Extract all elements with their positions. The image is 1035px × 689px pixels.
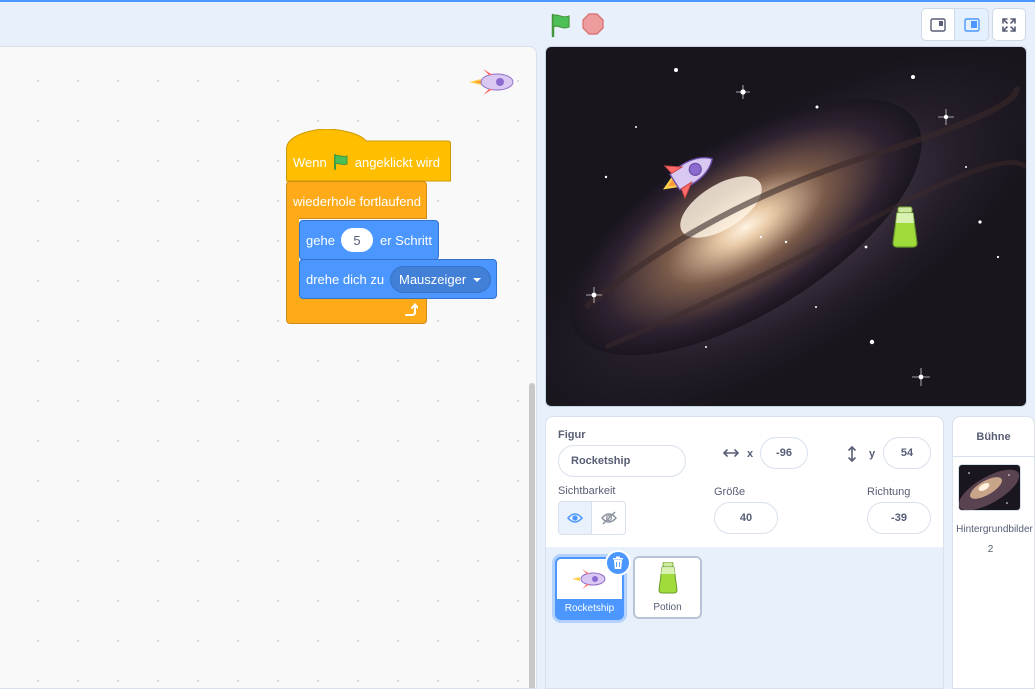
stage-title: Bühne bbox=[953, 417, 1034, 457]
potion-thumbnail-icon bbox=[635, 558, 700, 598]
y-label: y bbox=[869, 448, 876, 460]
sprite-name-field[interactable]: Rocketship bbox=[558, 445, 686, 477]
hat-block-label: Wenn angeklickt wird bbox=[293, 153, 440, 171]
workspace-scrollbar[interactable] bbox=[529, 383, 535, 688]
sprite-tile-label: Potion bbox=[653, 602, 682, 613]
move-suffix: er Schritt bbox=[380, 233, 433, 248]
direction-field[interactable]: -39 bbox=[867, 502, 931, 534]
stage-selector-panel[interactable]: Bühne Hintergrundbilder 2 bbox=[952, 416, 1035, 689]
fullscreen-icon[interactable] bbox=[992, 8, 1026, 41]
sprite-tile-label: Rocketship bbox=[564, 603, 615, 614]
sprite-tile-potion[interactable]: Potion bbox=[633, 556, 702, 619]
size-field[interactable]: 40 bbox=[714, 502, 778, 534]
y-position-field[interactable]: 54 bbox=[883, 437, 931, 469]
x-label: x bbox=[747, 448, 754, 460]
horizontal-arrows-icon bbox=[722, 449, 740, 457]
stage-header bbox=[0, 2, 1035, 46]
target-dropdown[interactable]: Mauszeiger bbox=[390, 266, 491, 293]
direction-label: Richtung bbox=[867, 486, 911, 498]
forever-block-arm bbox=[286, 218, 299, 298]
turn-prefix: drehe dich zu bbox=[306, 272, 385, 287]
visibility-label: Sichtbarkeit bbox=[558, 485, 616, 497]
small-stage-icon[interactable] bbox=[921, 8, 955, 41]
loop-arrow-icon bbox=[405, 303, 418, 316]
target-value: Mauszeiger bbox=[399, 272, 467, 287]
galaxy-backdrop bbox=[546, 47, 1026, 406]
rocketship-sprite-icon bbox=[467, 65, 519, 99]
code-workspace[interactable] bbox=[0, 46, 537, 689]
trash-icon[interactable] bbox=[605, 550, 631, 576]
backdrops-count: 2 bbox=[987, 544, 994, 555]
stage-size-toggle bbox=[921, 8, 989, 41]
sprite-info-panel: Figur Rocketship x -96 y 54 Sichtbarkeit… bbox=[545, 416, 944, 548]
move-prefix: gehe bbox=[306, 233, 335, 248]
figure-label: Figur bbox=[558, 429, 586, 441]
size-label: Größe bbox=[714, 486, 746, 498]
vertical-arrows-icon bbox=[848, 445, 856, 463]
stage-backdrop-thumbnail[interactable] bbox=[958, 464, 1021, 511]
hat-prefix: Wenn bbox=[293, 154, 327, 170]
hat-suffix: angeklickt wird bbox=[354, 154, 440, 170]
stop-sign-icon[interactable] bbox=[582, 13, 604, 35]
stage-canvas[interactable] bbox=[545, 46, 1027, 407]
show-eye-icon[interactable] bbox=[558, 501, 592, 535]
steps-input[interactable]: 5 bbox=[341, 228, 373, 252]
green-flag-icon bbox=[333, 154, 348, 170]
x-position-field[interactable]: -96 bbox=[760, 437, 808, 469]
visibility-toggle bbox=[558, 501, 626, 535]
backdrops-label: Hintergrundbilder bbox=[956, 524, 1033, 535]
sprite-list: Rocketship Potion bbox=[545, 547, 944, 689]
forever-label: wiederhole fortlaufend bbox=[293, 194, 421, 209]
normal-stage-icon[interactable] bbox=[955, 8, 989, 41]
green-flag-icon[interactable] bbox=[548, 12, 574, 38]
hide-eye-icon[interactable] bbox=[592, 501, 626, 535]
potion-sprite[interactable] bbox=[892, 206, 918, 248]
chevron-down-icon bbox=[473, 277, 482, 282]
